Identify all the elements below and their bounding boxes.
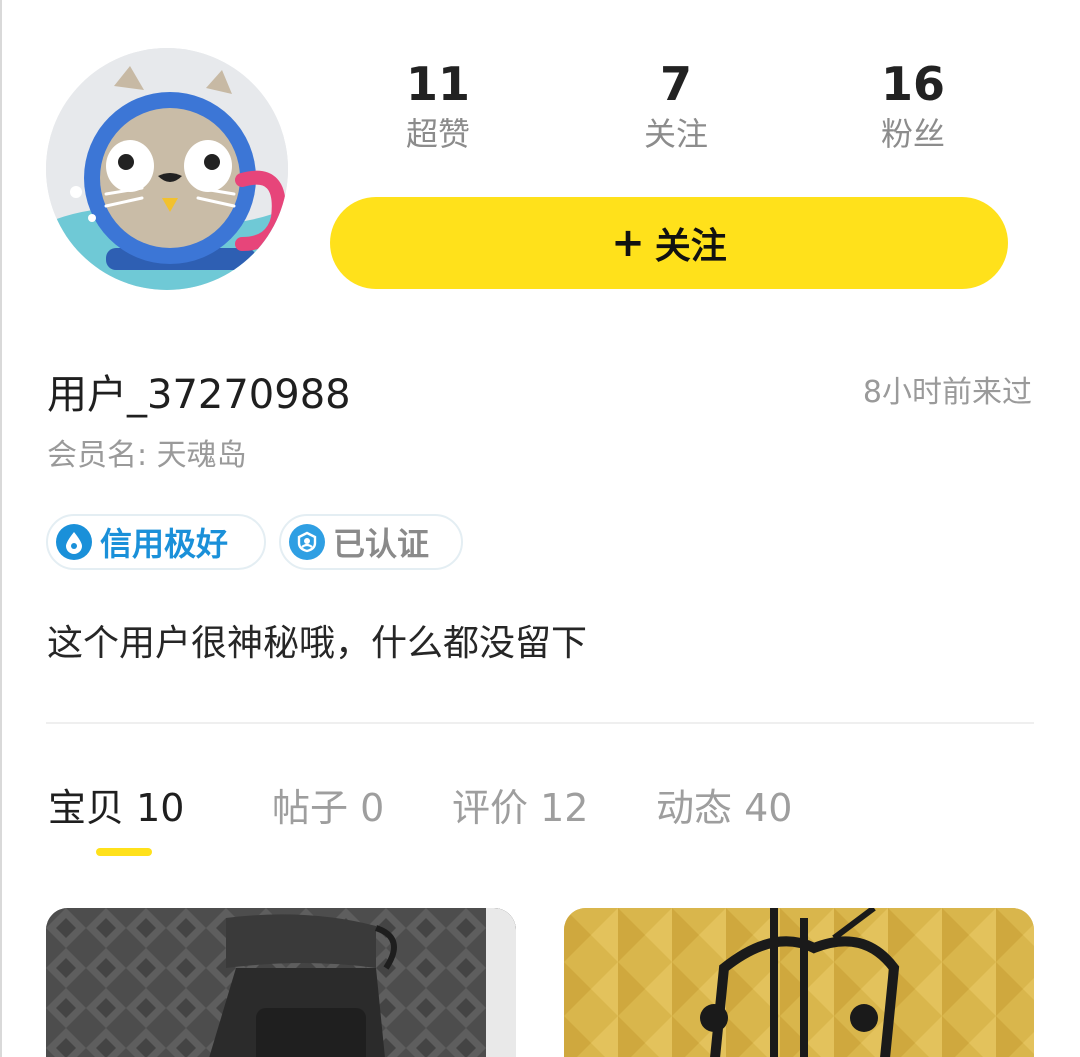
stat-likes-value: 11 (405, 57, 470, 111)
credit-badge-label: 信用极好 (100, 525, 229, 563)
tab-activity[interactable]: 动态 40 (656, 782, 792, 834)
plus-icon: + (611, 220, 645, 266)
verified-badge[interactable]: 已认证 (279, 514, 463, 570)
stat-followers-label: 粉丝 (880, 115, 945, 153)
seal-diver-avatar-icon (46, 48, 288, 290)
stat-followers[interactable]: 16 粉丝 (813, 56, 1013, 154)
stat-following[interactable]: 7 关注 (576, 56, 776, 154)
vr-controller-stand-photo (564, 908, 1034, 1057)
follow-button[interactable]: + 关注 (330, 197, 1008, 289)
credit-badge[interactable]: 信用极好 (46, 514, 266, 570)
stat-followers-value: 16 (880, 57, 945, 111)
product-card-vr-controller-stand[interactable] (564, 908, 1034, 1057)
stat-likes[interactable]: 11 超赞 (338, 56, 538, 154)
stat-following-label: 关注 (643, 115, 708, 153)
tab-items[interactable]: 宝贝 10 (48, 782, 184, 834)
username: 用户_37270988 (47, 372, 351, 418)
member-name: 会员名: 天魂岛 (47, 438, 247, 473)
stat-likes-label: 超赞 (405, 115, 470, 153)
avatar[interactable] (46, 48, 288, 290)
verified-user-icon (289, 524, 325, 560)
product-card-vr-headset[interactable] (46, 908, 516, 1057)
last-seen-text: 8小时前来过 (862, 375, 1032, 410)
verified-badge-label: 已认证 (333, 525, 430, 563)
active-tab-indicator (96, 848, 152, 856)
tab-posts[interactable]: 帖子 0 (272, 782, 384, 834)
user-bio: 这个用户很神秘哦，什么都没留下 (47, 623, 588, 664)
left-edge-rule (0, 0, 2, 1057)
vr-headset-photo (46, 908, 516, 1057)
water-drop-icon (56, 524, 92, 560)
tab-reviews[interactable]: 评价 12 (452, 782, 588, 834)
follow-button-label: 关注 (654, 226, 727, 267)
section-divider (46, 722, 1034, 724)
stat-following-value: 7 (659, 57, 692, 111)
